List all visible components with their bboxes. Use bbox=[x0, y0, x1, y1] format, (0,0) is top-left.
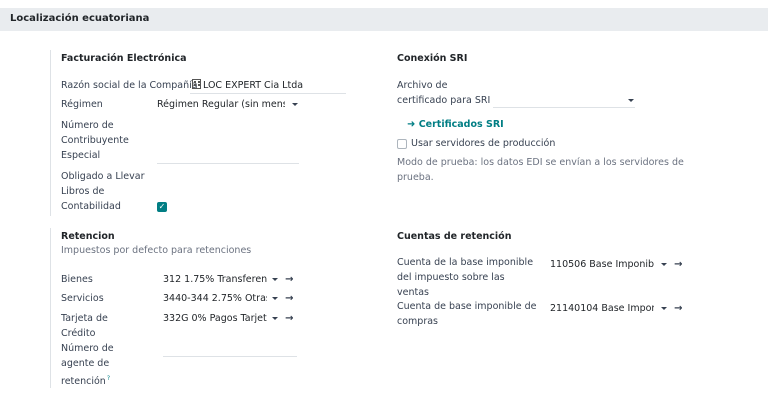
base-impuesto-label-3: ventas bbox=[397, 287, 429, 298]
servicios-value: 3440-344 2.75% Otras l bbox=[163, 293, 267, 304]
razon-social-field[interactable]: LOC EXPERT Cia Ltda bbox=[192, 78, 303, 93]
contribuyente-label-1: Número de bbox=[61, 120, 114, 131]
chevron-down-icon bbox=[292, 103, 298, 106]
base-compras-value: 21140104 Base Imponi bbox=[550, 303, 654, 314]
chevron-down-icon bbox=[661, 307, 668, 310]
obligado-label-3: Contabilidad bbox=[61, 201, 121, 212]
section-header: Localización ecuatoriana bbox=[0, 8, 768, 31]
archivo-label-2: certificado para SRI bbox=[397, 95, 491, 106]
archivo-select[interactable] bbox=[493, 93, 635, 108]
agente-label-1: Número de bbox=[61, 343, 114, 354]
chevron-down-icon bbox=[661, 263, 668, 266]
tarjeta-label-1: Tarjeta de bbox=[61, 313, 108, 324]
servicios-label: Servicios bbox=[61, 293, 104, 304]
bienes-label: Bienes bbox=[61, 274, 93, 285]
bienes-select[interactable]: 312 1.75% Transferenc → bbox=[163, 272, 293, 287]
building-icon bbox=[192, 79, 201, 89]
help-icon[interactable]: ? bbox=[107, 375, 110, 382]
agente-label-3: retención bbox=[61, 376, 106, 388]
agente-label-2: agente de bbox=[61, 358, 110, 369]
certificados-link-label: Certificados SRI bbox=[418, 119, 504, 130]
tarjeta-label-2: Crédito bbox=[61, 328, 96, 339]
tarjeta-value: 332G 0% Pagos Tarjeta bbox=[163, 313, 267, 324]
razon-social-underline bbox=[190, 93, 346, 94]
section-title: Localización ecuatoriana bbox=[10, 13, 150, 24]
regimen-value: Régimen Regular (sin mensaje bbox=[157, 99, 285, 110]
contribuyente-label-3: Especial bbox=[61, 150, 101, 161]
arrow-right-icon[interactable]: → bbox=[285, 293, 293, 304]
cuentas-heading: Cuentas de retención bbox=[397, 231, 512, 242]
base-impuesto-value: 110506 Base Imponible bbox=[550, 259, 654, 270]
arrow-right-icon[interactable]: → bbox=[674, 259, 682, 270]
retencion-subtitle: Impuestos por defecto para retenciones bbox=[61, 245, 252, 256]
left-block-divider bbox=[50, 50, 51, 216]
obligado-label-1: Obligado a Llevar bbox=[61, 171, 145, 182]
usar-servidores-checkbox[interactable] bbox=[397, 139, 407, 149]
chevron-down-icon bbox=[628, 99, 634, 102]
obligado-label-2: Libros de bbox=[61, 186, 105, 197]
agente-label-3-wrap: retención? bbox=[61, 371, 110, 389]
razon-social-label: Razón social de la Compañía bbox=[61, 80, 198, 91]
arrow-right-icon[interactable]: → bbox=[285, 313, 293, 324]
regimen-select[interactable]: Régimen Regular (sin mensaje bbox=[157, 97, 299, 112]
base-impuesto-select[interactable]: 110506 Base Imponible → bbox=[550, 257, 682, 272]
base-compras-select[interactable]: 21140104 Base Imponi → bbox=[550, 301, 682, 316]
arrow-right-icon: ➜ bbox=[407, 119, 416, 130]
regimen-label: Régimen bbox=[61, 99, 103, 110]
contribuyente-input[interactable] bbox=[157, 163, 299, 164]
base-compras-label-2: compras bbox=[397, 316, 438, 327]
modo-prueba-text-2: prueba. bbox=[397, 172, 434, 183]
modo-prueba-text-1: Modo de prueba: los datos EDI se envían … bbox=[397, 157, 684, 168]
bienes-value: 312 1.75% Transferenc bbox=[163, 274, 267, 285]
base-compras-label-1: Cuenta de base imponible de bbox=[397, 301, 537, 312]
base-impuesto-label-2: del impuesto sobre las bbox=[397, 272, 505, 283]
retencion-heading: Retencion bbox=[61, 231, 115, 242]
servicios-select[interactable]: 3440-344 2.75% Otras l → bbox=[163, 291, 293, 306]
retencion-block-divider bbox=[50, 228, 51, 388]
chevron-down-icon bbox=[272, 317, 279, 320]
check-icon: ✓ bbox=[158, 202, 166, 211]
chevron-down-icon bbox=[272, 297, 279, 300]
usar-servidores-label: Usar servidores de producción bbox=[411, 138, 556, 149]
chevron-down-icon bbox=[272, 278, 279, 281]
sri-heading: Conexión SRI bbox=[397, 53, 468, 64]
facturacion-heading: Facturación Electrónica bbox=[61, 53, 187, 64]
certificados-link[interactable]: ➜ Certificados SRI bbox=[407, 117, 504, 132]
obligado-checkbox[interactable]: ✓ bbox=[157, 202, 167, 212]
arrow-right-icon[interactable]: → bbox=[674, 303, 682, 314]
razon-social-value: LOC EXPERT Cia Ltda bbox=[203, 80, 304, 91]
contribuyente-label-2: Contribuyente bbox=[61, 135, 129, 146]
arrow-right-icon[interactable]: → bbox=[285, 274, 293, 285]
agente-input[interactable] bbox=[163, 356, 297, 357]
tarjeta-select[interactable]: 332G 0% Pagos Tarjeta → bbox=[163, 311, 293, 326]
base-impuesto-label-1: Cuenta de la base imponible bbox=[397, 257, 534, 268]
archivo-label-1: Archivo de bbox=[397, 80, 448, 91]
